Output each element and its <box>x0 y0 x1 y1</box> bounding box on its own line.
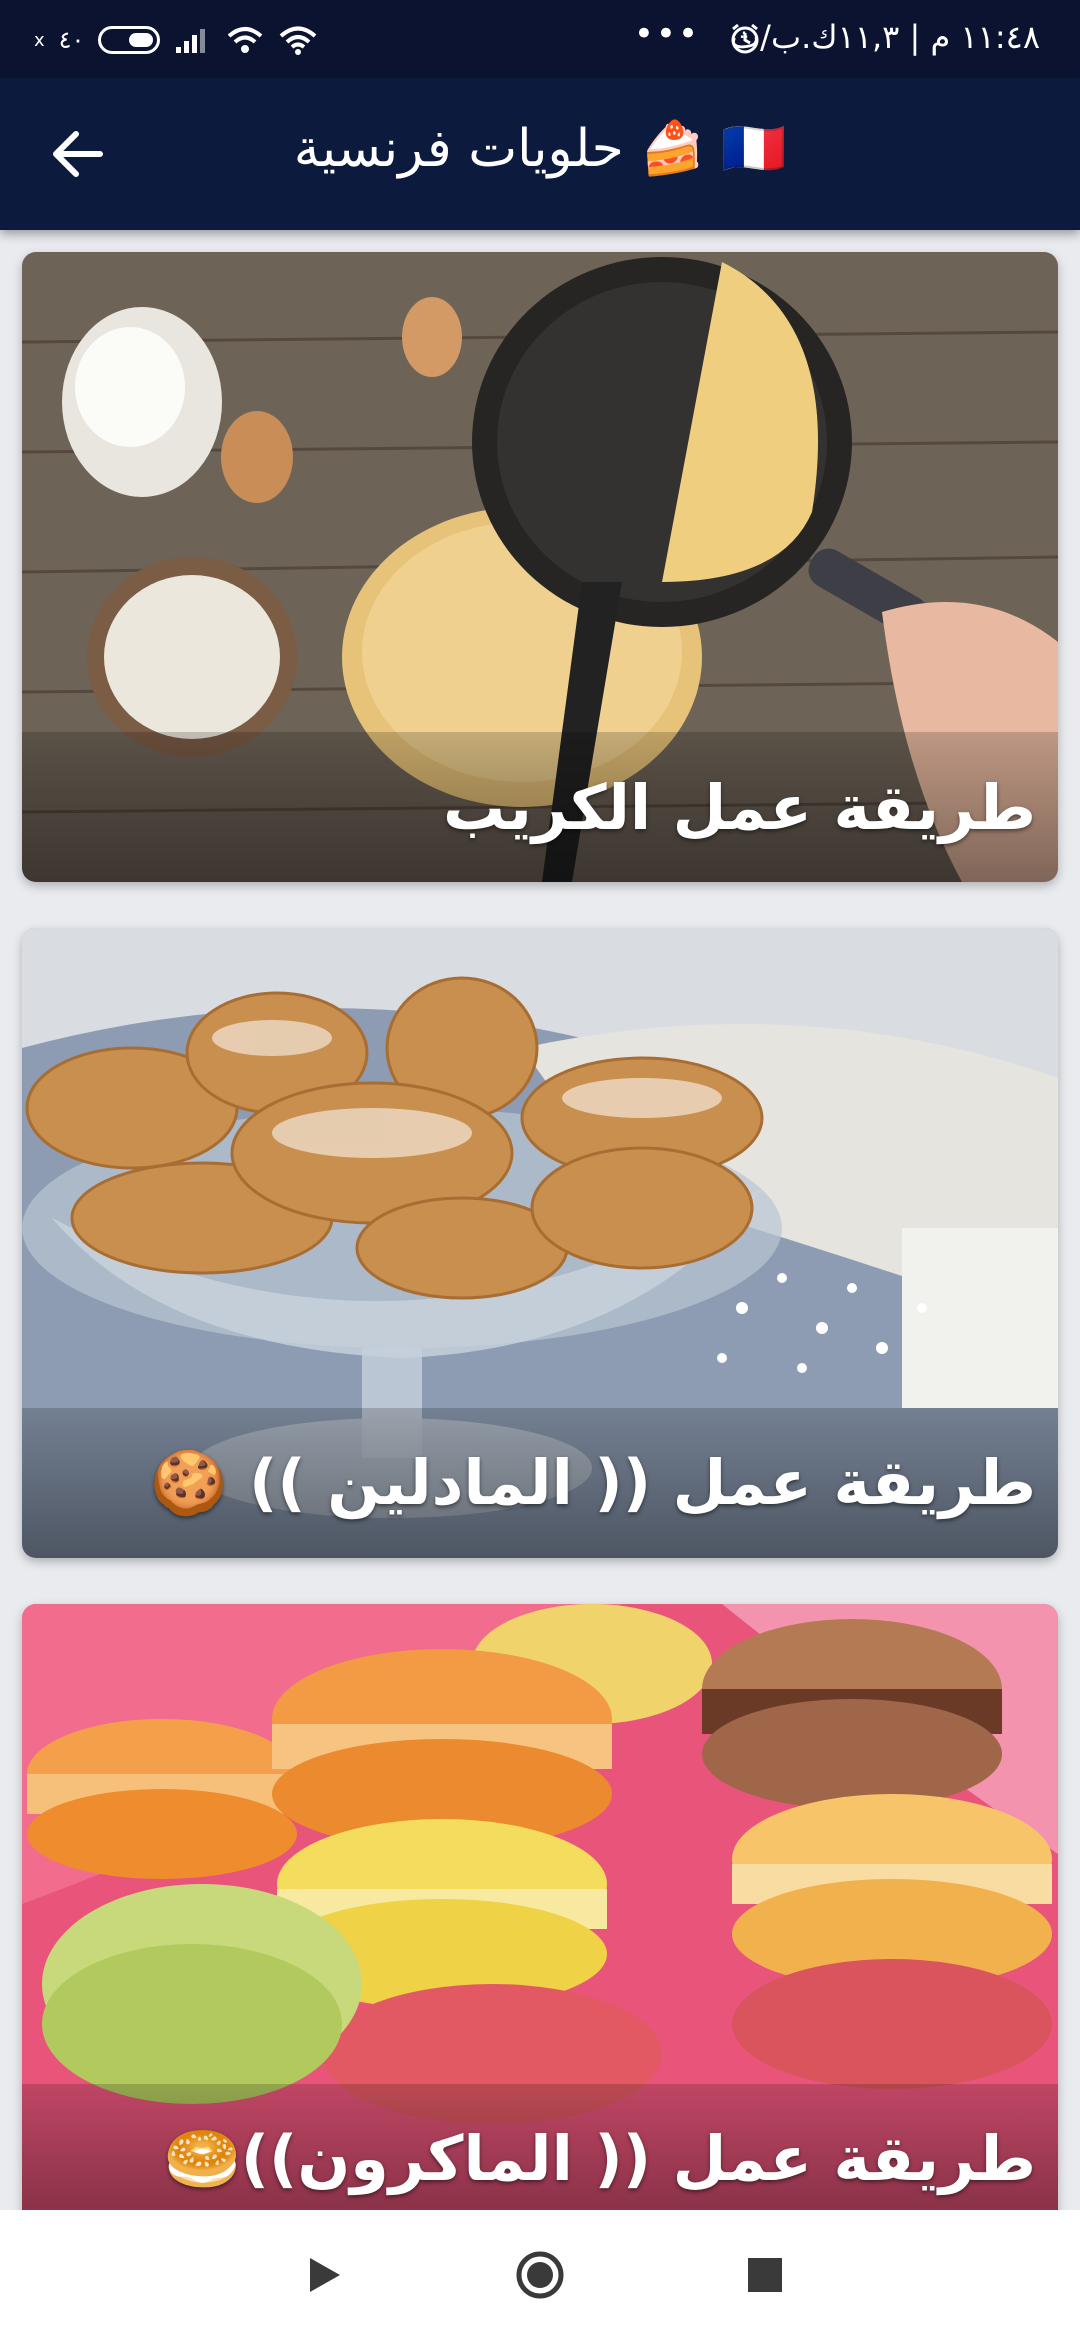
status-time: ١١:٤٨ م | ١١,٣ك.ب/ث <box>730 18 1040 56</box>
page-title: 🇫🇷 🍰 حلويات فرنسية <box>293 119 787 179</box>
card-title: طريقة عمل الكريب <box>443 771 1036 844</box>
home-circle-icon[interactable] <box>515 2250 565 2300</box>
wifi-icon <box>280 26 317 55</box>
status-bar: ١١:٤٨ م | ١١,٣ك.ب/ث ••• x ٤٠ <box>0 0 1080 78</box>
alarm-icon <box>731 23 759 54</box>
back-triangle-icon[interactable] <box>300 2250 350 2300</box>
card-title: طريقة عمل (( المادلين )) 🍪 <box>150 1446 1036 1519</box>
signal-icon <box>176 29 206 53</box>
recents-square-icon[interactable] <box>740 2250 790 2300</box>
recipe-card-macaron[interactable]: طريقة عمل (( الماكرون))🥯 <box>22 1604 1058 2234</box>
card-title: طريقة عمل (( الماكرون))🥯 <box>163 2122 1036 2195</box>
app-bar: 🇫🇷 🍰 حلويات فرنسية <box>0 78 1080 230</box>
recipe-card-madeleine[interactable]: طريقة عمل (( المادلين )) 🍪 <box>22 928 1058 1558</box>
battery-icon <box>98 26 161 54</box>
battery-percent: ٤٠ <box>58 26 85 54</box>
system-nav-bar <box>0 2210 1080 2340</box>
wifi-icon <box>228 27 263 53</box>
recipe-card-crepe[interactable]: طريقة عمل الكريب <box>22 252 1058 882</box>
status-small-indicator: x <box>34 29 45 51</box>
status-more-dots: ••• <box>633 14 700 54</box>
status-left-group: x ٤٠ <box>34 20 318 60</box>
